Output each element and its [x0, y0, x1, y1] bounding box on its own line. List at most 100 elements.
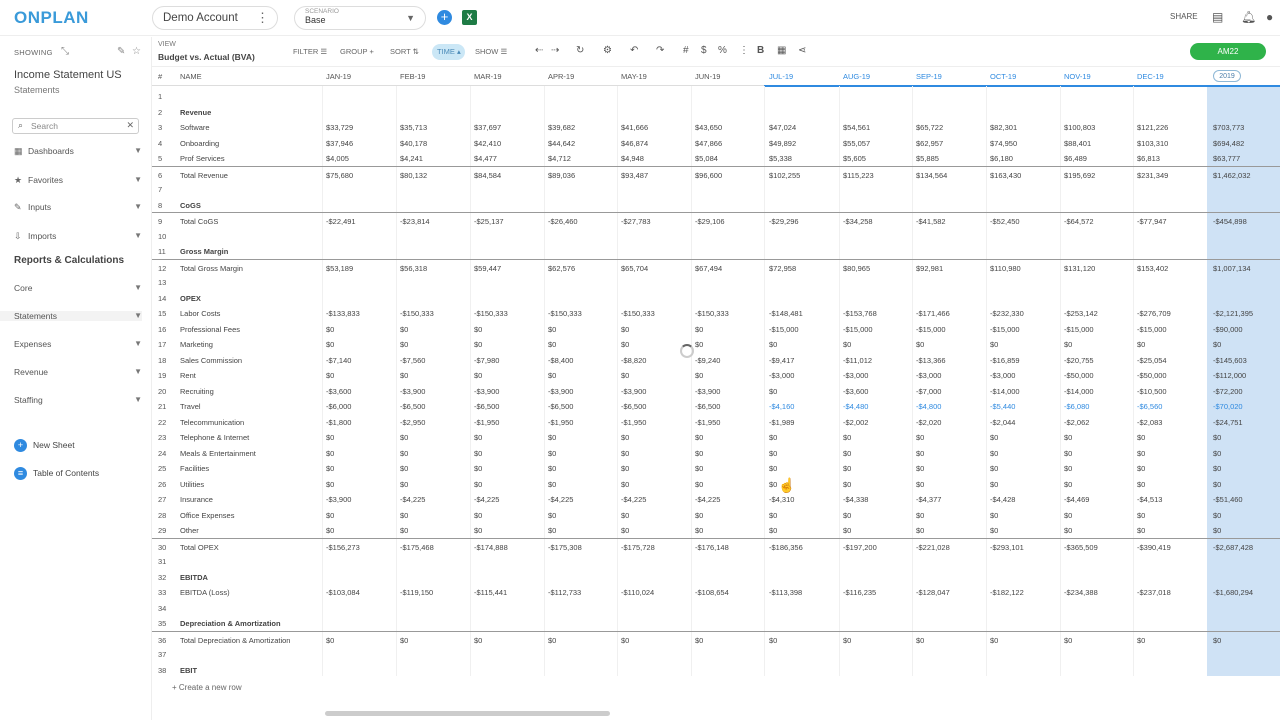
- value-cell[interactable]: -$25,137: [474, 217, 504, 226]
- value-cell[interactable]: $0: [621, 371, 629, 380]
- value-cell[interactable]: -$7,000: [916, 387, 941, 396]
- am-button[interactable]: AM22: [1190, 43, 1266, 60]
- value-cell[interactable]: $0: [769, 340, 777, 349]
- col-month[interactable]: JUN-19: [695, 72, 720, 81]
- value-cell[interactable]: $65,704: [621, 264, 648, 273]
- value-cell[interactable]: $0: [916, 433, 924, 442]
- year-total-cell[interactable]: $0: [1213, 449, 1221, 458]
- table-row[interactable]: 1: [152, 88, 1280, 104]
- year-total-cell[interactable]: $0: [1213, 433, 1221, 442]
- row-label[interactable]: Meals & Entertainment: [180, 449, 256, 458]
- value-cell[interactable]: $88,401: [1064, 139, 1091, 148]
- value-cell[interactable]: $0: [621, 636, 629, 645]
- value-cell[interactable]: $0: [474, 449, 482, 458]
- year-total-cell[interactable]: -$1,680,294: [1213, 588, 1253, 597]
- value-cell[interactable]: -$10,500: [1137, 387, 1167, 396]
- value-cell[interactable]: $0: [548, 464, 556, 473]
- table-row[interactable]: 37: [152, 646, 1280, 662]
- value-cell[interactable]: -$234,388: [1064, 588, 1098, 597]
- value-cell[interactable]: -$1,950: [695, 418, 720, 427]
- refresh-icon[interactable]: ↻: [576, 45, 584, 56]
- value-cell[interactable]: -$3,900: [474, 387, 499, 396]
- value-cell[interactable]: -$3,900: [400, 387, 425, 396]
- row-label[interactable]: Telephone & Internet: [180, 433, 249, 442]
- value-cell[interactable]: -$77,947: [1137, 217, 1167, 226]
- value-cell[interactable]: $0: [400, 371, 408, 380]
- add-icon[interactable]: +: [437, 10, 452, 25]
- value-cell[interactable]: $195,692: [1064, 171, 1095, 180]
- value-cell[interactable]: -$175,728: [621, 543, 655, 552]
- value-cell[interactable]: -$2,083: [1137, 418, 1162, 427]
- value-cell[interactable]: $0: [695, 325, 703, 334]
- table-row[interactable]: 30 Total OPEX -$156,273 -$175,468 -$174,888 -…: [152, 537, 1280, 554]
- value-cell[interactable]: -$4,225: [695, 495, 720, 504]
- filter-button[interactable]: FILTER ☰: [293, 47, 327, 56]
- create-new-row-link[interactable]: + Create a new row: [172, 683, 242, 692]
- value-cell[interactable]: $0: [474, 325, 482, 334]
- collapse-icon[interactable]: ⤡: [61, 46, 69, 57]
- year-total-cell[interactable]: -$2,121,395: [1213, 309, 1253, 318]
- value-cell[interactable]: -$22,491: [326, 217, 356, 226]
- value-cell[interactable]: -$13,366: [916, 356, 946, 365]
- value-cell[interactable]: $0: [990, 464, 998, 473]
- value-cell[interactable]: $100,803: [1064, 123, 1095, 132]
- value-cell[interactable]: $163,430: [990, 171, 1021, 180]
- table-row[interactable]: 13: [152, 274, 1280, 290]
- value-cell[interactable]: $4,712: [548, 154, 571, 163]
- row-label[interactable]: Labor Costs: [180, 309, 220, 318]
- table-row[interactable]: 14 OPEX: [152, 290, 1280, 306]
- sidebar-item-staffing[interactable]: Staffing ▼: [14, 395, 142, 405]
- value-cell[interactable]: $0: [769, 433, 777, 442]
- value-cell[interactable]: $0: [326, 511, 334, 520]
- value-cell[interactable]: -$4,469: [1064, 495, 1089, 504]
- value-cell[interactable]: -$3,000: [916, 371, 941, 380]
- table-row[interactable]: 5 Prof Services $4,005 $4,241 $4,477 $4,712 $4…: [152, 150, 1280, 166]
- row-label[interactable]: Total Gross Margin: [180, 264, 243, 273]
- value-cell[interactable]: $0: [916, 480, 924, 489]
- value-cell[interactable]: $0: [843, 511, 851, 520]
- value-cell[interactable]: $0: [474, 480, 482, 489]
- value-cell[interactable]: -$182,122: [990, 588, 1024, 597]
- value-cell[interactable]: $0: [400, 480, 408, 489]
- sidebar-item-dashboards[interactable]: ▦ Dashboards ▼: [14, 146, 142, 162]
- value-cell[interactable]: -$8,820: [621, 356, 646, 365]
- value-cell[interactable]: $4,477: [474, 154, 497, 163]
- value-cell[interactable]: -$253,142: [1064, 309, 1098, 318]
- decimal-decrease-icon[interactable]: ⇠: [535, 45, 543, 56]
- year-total-cell[interactable]: $1,007,134: [1213, 264, 1251, 273]
- table-row[interactable]: 2 Revenue: [152, 104, 1280, 120]
- value-cell[interactable]: $0: [474, 636, 482, 645]
- value-cell[interactable]: -$3,000: [990, 371, 1015, 380]
- value-cell[interactable]: $37,946: [326, 139, 353, 148]
- table-row[interactable]: 15 Labor Costs -$133,833 -$150,333 -$150,333…: [152, 305, 1280, 321]
- value-cell[interactable]: -$2,062: [1064, 418, 1089, 427]
- number-format-icon[interactable]: #: [683, 45, 689, 56]
- table-row[interactable]: 22 Telecommunication -$1,800 -$2,950 -$1,950…: [152, 414, 1280, 430]
- year-total-cell[interactable]: -$70,020: [1213, 402, 1243, 411]
- value-cell[interactable]: $0: [548, 340, 556, 349]
- value-cell[interactable]: $0: [916, 340, 924, 349]
- value-cell[interactable]: $0: [474, 464, 482, 473]
- value-cell[interactable]: -$232,330: [990, 309, 1024, 318]
- value-cell[interactable]: -$112,733: [548, 588, 581, 597]
- value-cell[interactable]: $62,576: [548, 264, 575, 273]
- value-cell[interactable]: $55,057: [843, 139, 870, 148]
- value-cell[interactable]: -$175,308: [548, 543, 582, 552]
- show-button[interactable]: SHOW ☰: [475, 47, 507, 56]
- value-cell[interactable]: -$3,600: [843, 387, 868, 396]
- row-label[interactable]: Revenue: [180, 108, 211, 117]
- value-cell[interactable]: $0: [990, 636, 998, 645]
- value-cell[interactable]: $0: [326, 480, 334, 489]
- value-cell[interactable]: $0: [1064, 526, 1072, 535]
- value-cell[interactable]: $47,024: [769, 123, 796, 132]
- row-label[interactable]: Total OPEX: [180, 543, 219, 552]
- value-cell[interactable]: -$1,950: [621, 418, 646, 427]
- value-cell[interactable]: $231,349: [1137, 171, 1168, 180]
- value-cell[interactable]: $0: [990, 526, 998, 535]
- value-cell[interactable]: $0: [1064, 433, 1072, 442]
- value-cell[interactable]: $0: [843, 636, 851, 645]
- row-label[interactable]: Office Expenses: [180, 511, 234, 520]
- row-label[interactable]: Gross Margin: [180, 247, 228, 256]
- value-cell[interactable]: $0: [326, 433, 334, 442]
- value-cell[interactable]: -$6,500: [621, 402, 646, 411]
